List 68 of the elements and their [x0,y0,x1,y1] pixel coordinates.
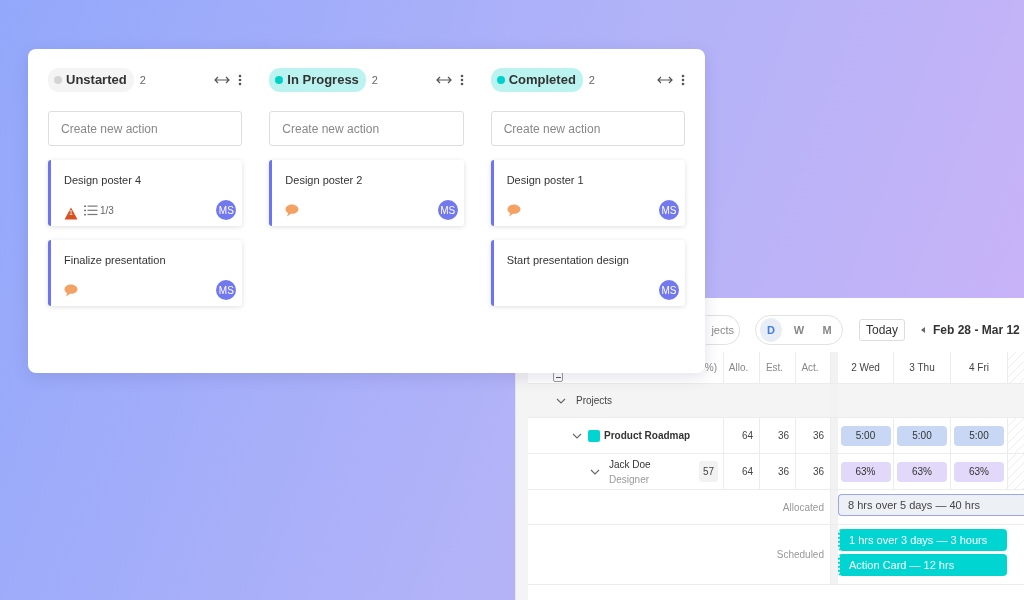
cell-value: 36 [777,465,789,479]
allocation-bar[interactable]: 8 hrs over 5 days — 40 hrs [838,494,1024,516]
hours-chip: 5:00 [840,425,891,446]
percent-chip: 63% [840,461,891,482]
chevron-down-icon[interactable] [572,432,582,439]
avatar[interactable]: MS [659,200,679,220]
hours-chip: 5:00 [954,425,1004,446]
column-header: %) [704,361,717,375]
checklist-icon [84,204,98,216]
status-pill: Completed [490,68,583,92]
resize-icon[interactable] [214,75,231,85]
cell-value: 36 [812,429,824,443]
cell-value: 36 [777,429,789,443]
card-title: Start presentation design [506,253,630,268]
day-header: 4 Fri [969,361,989,375]
date-range: Feb 28 - Mar 12 [933,322,1020,339]
card-title: Finalize presentation [64,253,167,268]
count-label: 2 [588,72,595,88]
new-action-field[interactable]: Create new action [490,111,685,146]
chevron-down-icon[interactable] [590,468,600,475]
column-header: Allo. [728,361,749,375]
action-card[interactable]: Design poster 2 MS [269,160,464,226]
avatar[interactable]: MS [216,280,237,300]
new-action-field[interactable]: Create new action [48,111,243,146]
column-header: Est. [765,361,784,375]
group-label: Projects [576,394,613,408]
card-title: Design poster 2 [285,173,364,188]
percent-chip: 63% [897,461,947,482]
avatar[interactable]: MS [216,200,237,220]
card-title: Design poster 1 [506,173,585,188]
action-card[interactable]: Finalize presentation MS [48,240,243,306]
cell-value: 64 [741,429,753,443]
more-icon[interactable] [681,74,685,86]
view-toggle[interactable]: D [760,318,782,342]
collapse-icon[interactable] [553,372,563,382]
count-label: 2 [371,72,378,88]
more-icon[interactable] [459,74,464,86]
view-toggle[interactable]: M [816,318,838,342]
resize-icon[interactable] [435,75,452,85]
avatar[interactable]: MS [437,200,458,220]
day-header: 2 Wed [851,361,880,375]
column-header: Act. [801,361,819,375]
action-card[interactable]: Design poster 1 MS [490,160,685,226]
avatar[interactable]: MS [659,280,679,300]
row-label: Scheduled [776,548,824,562]
previous-icon[interactable] [921,327,926,333]
new-action-field[interactable]: Create new action [269,111,464,146]
percent-chip: 63% [954,461,1004,482]
row-label: Allocated [782,500,824,515]
view-toggle[interactable]: W [788,318,810,342]
action-card[interactable]: Start presentation design MS [490,240,685,306]
resize-icon[interactable] [657,75,673,85]
status-pill: In Progress [269,68,366,92]
day-header: 3 Thu [909,361,935,375]
checklist-count: 1/3 [100,203,114,218]
project-name: Product Roadmap [604,429,691,443]
person-role: Designer [609,472,651,487]
today-button[interactable]: Today [859,319,906,341]
status-pill: Unstarted [48,68,134,92]
cell-value: 36 [812,465,824,479]
count-label: 2 [139,72,146,88]
person-name: Jack Doe [609,457,651,472]
cell-value: 64 [741,465,753,479]
capacity-badge: 57 [698,461,718,482]
hours-chip: 5:00 [897,425,947,446]
card-title: Design poster 4 [64,173,143,188]
chevron-down-icon[interactable] [556,397,566,404]
more-icon[interactable] [238,74,243,86]
